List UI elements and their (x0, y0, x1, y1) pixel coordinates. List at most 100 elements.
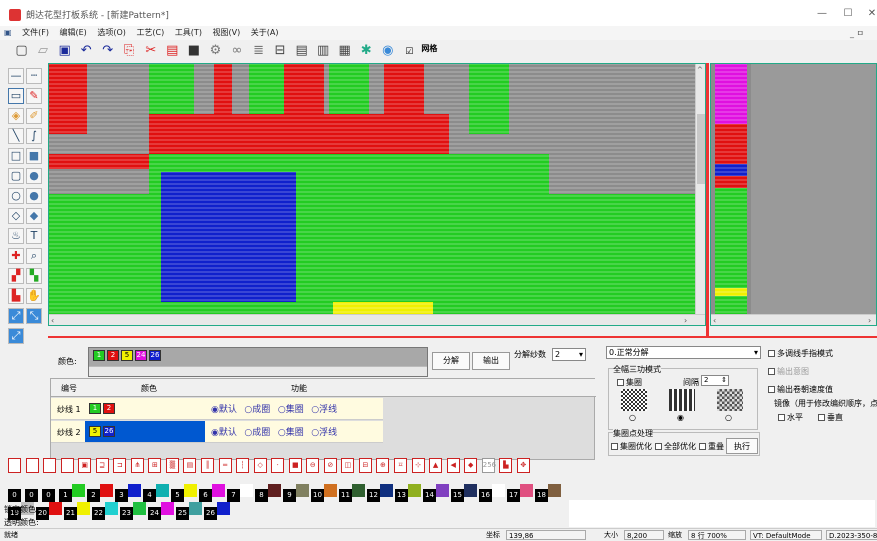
layers-icon[interactable]: ∞ (228, 42, 245, 59)
table-row[interactable]: 纱线 1 1 2 ◉默认 ○成圈 ○集圈 ○浮线 (51, 398, 383, 420)
palette-swatch-17[interactable] (464, 484, 477, 497)
tuck-pattern-2-icon[interactable] (669, 389, 695, 411)
radio-default[interactable]: ◉默认 (211, 402, 237, 415)
palette-swatch-8[interactable] (212, 484, 225, 497)
menu-edit[interactable]: 编辑(E) (56, 26, 91, 40)
rect-outline-icon[interactable]: □ (8, 148, 24, 164)
stack-icon[interactable]: ≣ (250, 42, 267, 59)
save-icon[interactable]: ▣ (56, 42, 73, 59)
pattern-canvas[interactable]: ^ ‹ › (48, 63, 706, 326)
rectangle-select-icon[interactable]: ▭ (8, 88, 24, 104)
stitch-12-icon[interactable]: ║ (201, 458, 215, 473)
multi-finger-checkbox[interactable]: 多调线手指模式 (768, 348, 833, 359)
splitter-red[interactable] (706, 63, 709, 338)
grid-checkbox[interactable]: ☑ (401, 44, 418, 61)
stitch-18-icon[interactable]: ⊖ (306, 458, 320, 473)
tuck-checkbox[interactable]: 集圈 (617, 377, 642, 388)
open-folder-icon[interactable]: ▱ (35, 42, 52, 59)
stitch-13-icon[interactable]: ═ (218, 458, 232, 473)
palette-swatch-24[interactable] (105, 502, 118, 515)
stitch-30-icon[interactable]: ✥ (516, 458, 530, 473)
output-button[interactable]: 输出 (472, 352, 510, 370)
stitch-10-icon[interactable]: ▒ (165, 458, 179, 473)
palette-swatch-23[interactable] (77, 502, 90, 515)
copy-icon[interactable]: ⎘ (121, 42, 138, 59)
palette-swatch-11[interactable] (296, 484, 309, 497)
palette-swatch-20[interactable] (548, 484, 561, 497)
palette-swatch-26[interactable] (161, 502, 174, 515)
yarn-2-color-a[interactable]: 5 (89, 426, 101, 437)
yarn-1-color-a[interactable]: 1 (89, 403, 101, 414)
yarn-swatch-5[interactable]: 5 (121, 350, 133, 361)
palette-swatch-5[interactable] (128, 484, 141, 497)
yarn-count-select[interactable]: 2 ▾ (552, 348, 586, 361)
stitch-15-icon[interactable]: ◇ (253, 458, 267, 473)
stitch-2-icon[interactable] (25, 458, 39, 473)
radio-knit[interactable]: ○成圈 (244, 425, 270, 438)
table-row[interactable]: 纱线 2 5 26 ◉默认 ○成圈 ○集圈 ○浮线 (51, 421, 383, 443)
move-icon[interactable]: ▙ (8, 288, 24, 304)
stitch-4-icon[interactable] (60, 458, 74, 473)
ellipse-icon[interactable]: ○ (8, 188, 24, 204)
palette-swatch-28[interactable] (217, 502, 230, 515)
palette-swatch-3[interactable] (72, 484, 85, 497)
stitch-17-icon[interactable]: ■ (288, 458, 302, 473)
palette-swatch-9[interactable] (240, 484, 253, 497)
menu-about[interactable]: 关于(A) (247, 26, 283, 40)
palette-swatch-10[interactable] (268, 484, 281, 497)
diagonal-line-icon[interactable]: ╲ (8, 128, 24, 144)
stitch-25-icon[interactable]: ▲ (429, 458, 443, 473)
palette-swatch-16[interactable] (436, 484, 449, 497)
stitch-6-icon[interactable]: ⊒ (95, 458, 109, 473)
palette-swatch-18[interactable] (492, 484, 505, 497)
yarn-2-function[interactable]: ◉默认 ○成圈 ○集圈 ○浮线 (211, 425, 342, 438)
tool-blue-3-icon[interactable]: ⤢ (8, 328, 24, 344)
bars-icon[interactable]: ▥ (315, 42, 332, 59)
execute-button[interactable]: 执行 (726, 438, 758, 454)
rounded-rect-icon[interactable]: ▢ (8, 168, 24, 184)
palette-swatch-25[interactable] (133, 502, 146, 515)
palette-swatch-14[interactable] (380, 484, 393, 497)
brush-icon[interactable]: ✐ (26, 108, 42, 124)
stitch-16-icon[interactable]: ⸱ (271, 458, 285, 473)
stitch-21-icon[interactable]: ⊟ (358, 458, 372, 473)
stitch-3-icon[interactable] (43, 458, 57, 473)
yarn-1-function[interactable]: ◉默认 ○成圈 ○集圈 ○浮线 (211, 402, 342, 415)
color-picker-icon[interactable]: ✚ (8, 248, 24, 264)
settings-icon[interactable]: ✱ (358, 42, 375, 59)
horizontal-checkbox[interactable]: 水平 (778, 412, 803, 423)
yarn-2-color-b[interactable]: 26 (103, 426, 115, 437)
radio-float[interactable]: ○浮线 (311, 425, 337, 438)
stitch-28-icon[interactable]: 256 (481, 458, 496, 473)
radio-tuck[interactable]: ○集圈 (278, 425, 304, 438)
stitch-24-icon[interactable]: ⊹ (411, 458, 425, 473)
diamond-icon[interactable]: ◇ (8, 208, 24, 224)
yarn-swatch-24[interactable]: 24 (135, 350, 147, 361)
stitch-20-icon[interactable]: ◫ (341, 458, 355, 473)
canvas-vertical-scrollbar[interactable]: ^ (695, 64, 705, 314)
eraser-icon[interactable]: ◈ (8, 108, 24, 124)
stitch-1-icon[interactable] (8, 458, 21, 473)
yarn-swatch-2[interactable]: 2 (107, 350, 119, 361)
tuck-radio-1[interactable]: ○ (629, 413, 636, 422)
stitch-26-icon[interactable]: ◀ (446, 458, 460, 473)
list-icon[interactable]: ▤ (293, 42, 310, 59)
tool-blue-1-icon[interactable]: ⤢ (8, 308, 24, 324)
paste-icon[interactable]: ▤ (164, 42, 181, 59)
radio-default[interactable]: ◉默认 (211, 425, 237, 438)
diamond-fill-icon[interactable]: ◆ (26, 208, 42, 224)
rounded-rect-fill-icon[interactable]: ● (26, 168, 42, 184)
stitch-22-icon[interactable]: ⊕ (376, 458, 390, 473)
stitch-9-icon[interactable]: ⊞ (148, 458, 162, 473)
stitch-5-icon[interactable]: ▣ (78, 458, 92, 473)
menu-process[interactable]: 工艺(C) (132, 26, 168, 40)
output-speed-checkbox[interactable]: 输出卷朝速度值 (768, 384, 833, 395)
fill-bucket-icon[interactable]: ♨ (8, 228, 24, 244)
undo-icon[interactable]: ↶ (78, 42, 95, 59)
ellipse-fill-icon[interactable]: ● (26, 188, 42, 204)
stitch-8-icon[interactable]: ⋔ (130, 458, 144, 473)
stitch-27-icon[interactable]: ◆ (464, 458, 478, 473)
pattern-preview[interactable]: ‹ › (710, 63, 877, 326)
mdi-controls[interactable]: _ ㅁ (850, 28, 864, 39)
tuck-opt-checkbox[interactable]: 集圈优化 (611, 441, 652, 452)
